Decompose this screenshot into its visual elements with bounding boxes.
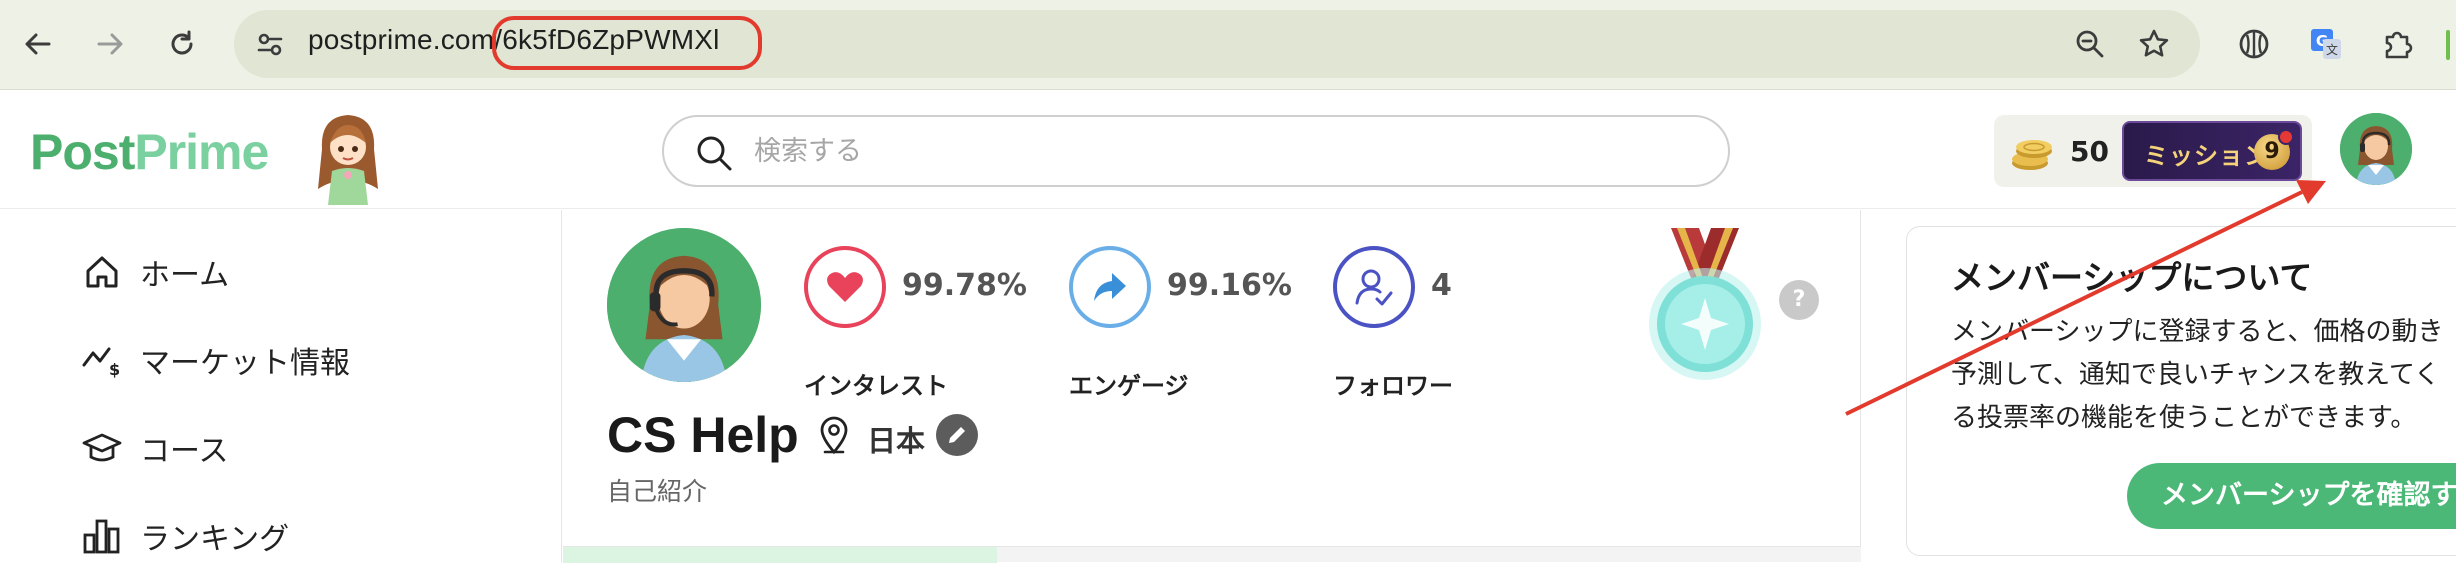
left-sidebar: ホーム $ マーケット情報 コース ランキング [0, 210, 562, 562]
profile-avatar [607, 228, 761, 382]
location-pin-icon [819, 416, 849, 458]
graduation-cap-icon [80, 426, 124, 470]
search-input[interactable] [754, 131, 1654, 171]
mission-button[interactable]: ミッション 9 [2122, 121, 2302, 181]
help-tooltip-icon[interactable]: ? [1779, 280, 1819, 320]
medal-icon [1625, 228, 1785, 388]
sidebar-item-market[interactable]: $ マーケット情報 [80, 332, 350, 388]
search-bar[interactable] [662, 115, 1730, 187]
membership-card: メンバーシップについて メンバーシップに登録すると、価格の動き 予測して、通知で… [1906, 226, 2456, 556]
url-host: postprime.com [308, 24, 495, 55]
sidebar-item-label: コース [140, 434, 229, 469]
membership-description: メンバーシップに登録すると、価格の動き 予測して、通知で良いチャンスを教えてく … [1951, 311, 2456, 440]
svg-text:$: $ [109, 360, 120, 379]
membership-line: メンバーシップに登録すると、価格の動き [1951, 317, 2444, 347]
stat-label: フォロワー [1333, 372, 1453, 400]
market-trend-icon: $ [80, 338, 124, 382]
translate-icon[interactable]: G文 [2304, 22, 2348, 66]
home-icon [80, 250, 124, 294]
browser-toolbar: postprime.com/6k5fD6ZpPWMXl G文 [0, 0, 2456, 90]
sidebar-item-course[interactable]: コース [80, 420, 229, 476]
mascot-character-icon [312, 109, 384, 205]
sidebar-item-label: ランキング [140, 522, 290, 557]
follower-check-icon [1333, 246, 1415, 328]
search-icon [694, 133, 734, 177]
coins-icon [2008, 129, 2058, 177]
logo-post: Post [30, 124, 135, 180]
profile-username: CS Help [607, 407, 799, 463]
share-arrow-icon [1069, 246, 1151, 328]
site-header: PostPrime 50 ミッション [0, 91, 2456, 209]
notification-dot [2278, 129, 2294, 145]
sidebar-item-label: マーケット情報 [140, 346, 350, 381]
membership-line: る投票率の機能を使うことができます。 [1951, 403, 2417, 433]
stat-value: 99.78% [902, 268, 1027, 303]
mission-label: ミッション [2144, 142, 2269, 170]
stat-value: 99.16% [1167, 268, 1292, 303]
user-avatar[interactable] [2340, 113, 2412, 185]
ranking-bars-icon [80, 514, 124, 558]
zoom-out-icon[interactable] [2068, 22, 2112, 66]
profile-indicator [2446, 30, 2450, 60]
sidebar-item-label: ホーム [140, 258, 230, 293]
postprime-logo[interactable]: PostPrime [30, 123, 269, 181]
stat-value: 4 [1431, 268, 1452, 303]
membership-line: 予測して、通知で良いチャンスを教えてく [1951, 360, 2441, 390]
site-settings-icon[interactable] [248, 22, 292, 66]
logo-prime: Prime [134, 124, 269, 180]
membership-title: メンバーシップについて [1951, 258, 2313, 297]
edit-profile-button[interactable] [936, 414, 978, 456]
reload-icon[interactable] [160, 22, 204, 66]
sidebar-item-ranking[interactable]: ランキング [80, 508, 289, 564]
stat-label: エンゲージ [1069, 372, 1189, 400]
coin-count: 50 [2070, 135, 2109, 168]
bookmark-star-icon[interactable] [2132, 22, 2176, 66]
forward-arrow-icon[interactable] [88, 22, 132, 66]
pencil-icon [949, 427, 965, 443]
coin-mission-panel: 50 ミッション 9 [1994, 115, 2312, 187]
heart-icon [804, 246, 886, 328]
stat-label: インタレスト [804, 372, 948, 400]
url-highlight-annotation [492, 16, 762, 70]
extension-shield-icon[interactable] [2232, 22, 2276, 66]
svg-text:文: 文 [2326, 42, 2338, 57]
profile-tabs [563, 546, 1861, 563]
sidebar-item-home[interactable]: ホーム [80, 244, 229, 300]
tab-active[interactable] [563, 547, 997, 563]
profile-panel: 99.78% インタレスト 99.16% エンゲージ 4 フォロワー ? CS … [563, 210, 1861, 563]
extensions-puzzle-icon[interactable] [2376, 22, 2420, 66]
profile-bio: 自己紹介 [607, 477, 708, 506]
profile-location: 日本 [867, 424, 926, 458]
view-membership-button[interactable]: メンバーシップを確認する [2127, 463, 2456, 529]
back-arrow-icon[interactable] [16, 22, 60, 66]
